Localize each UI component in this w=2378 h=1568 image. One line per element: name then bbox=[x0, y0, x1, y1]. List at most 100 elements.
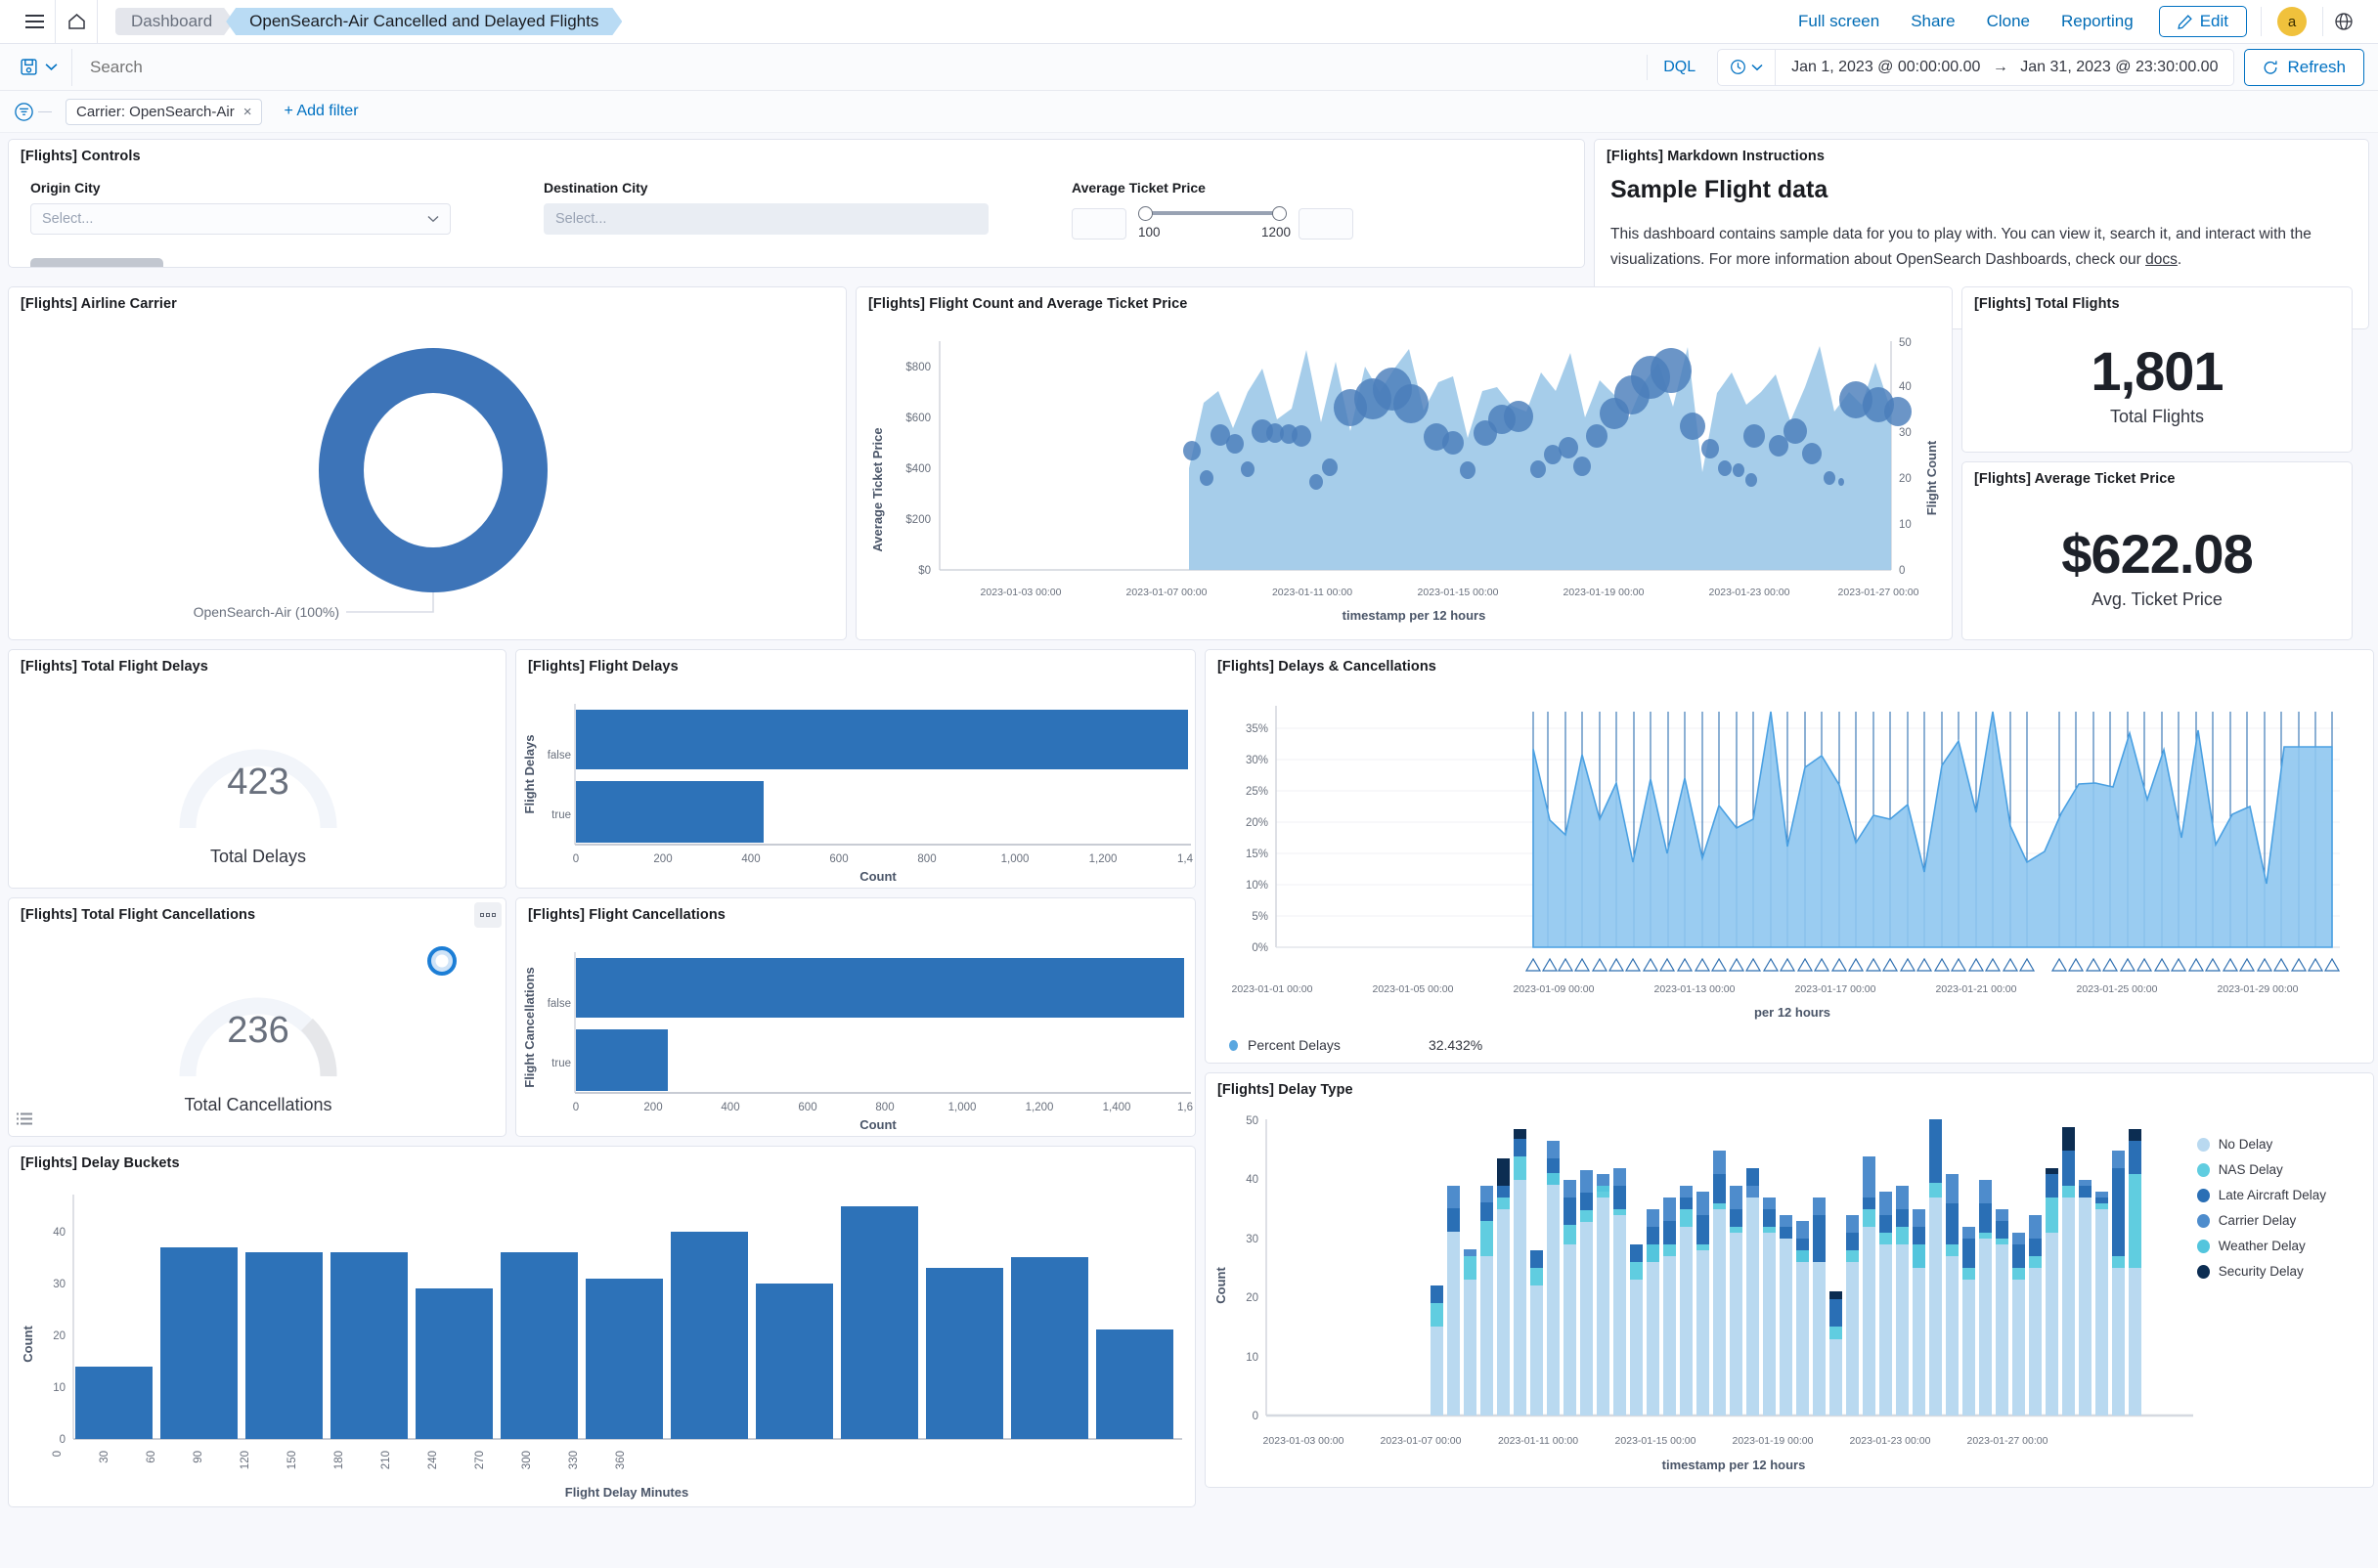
hamburger-menu-icon[interactable] bbox=[14, 0, 55, 44]
total-delays-gauge[interactable]: 423 Total Delays bbox=[9, 676, 506, 889]
delays-cancellations-legend[interactable]: Percent Delays 32.432% bbox=[1206, 1033, 2373, 1057]
help-circle-icon[interactable] bbox=[2323, 0, 2364, 44]
avatar[interactable]: a bbox=[2277, 7, 2307, 36]
apply-changes-button[interactable]: Apply changes bbox=[30, 258, 163, 268]
origin-city-label: Origin City bbox=[30, 180, 451, 196]
edit-button[interactable]: Edit bbox=[2159, 6, 2247, 37]
panel-flight-delays: [Flights] Flight Delays Flight Delays fa… bbox=[515, 649, 1196, 889]
svg-text:timestamp per 12 hours: timestamp per 12 hours bbox=[1343, 608, 1486, 623]
average-ticket-price-label: Average Ticket Price bbox=[1072, 180, 1353, 196]
origin-city-placeholder: Select... bbox=[42, 211, 93, 227]
home-icon[interactable] bbox=[56, 0, 97, 44]
clear-form-button[interactable]: Clear form bbox=[308, 267, 416, 269]
refresh-icon bbox=[2263, 60, 2278, 75]
destination-city-select[interactable]: Select... bbox=[544, 203, 989, 235]
breadcrumb-current-dashboard[interactable]: OpenSearch-Air Cancelled and Delayed Fli… bbox=[226, 8, 622, 35]
panel-markdown-title: [Flights] Markdown Instructions bbox=[1595, 140, 2368, 166]
date-range-picker[interactable]: Jan 1, 2023 @ 00:00:00.00 → Jan 31, 2023… bbox=[1717, 49, 2234, 86]
cancel-changes-button[interactable]: Cancel changes bbox=[163, 267, 308, 269]
svg-text:Flight Delay Minutes: Flight Delay Minutes bbox=[565, 1485, 688, 1500]
total-cancellations-value: 236 bbox=[227, 1010, 288, 1051]
date-quick-select-button[interactable] bbox=[1718, 50, 1776, 85]
svg-text:40: 40 bbox=[1246, 1174, 1258, 1186]
filter-connector bbox=[38, 111, 52, 112]
legend-item-nas-delay[interactable]: NAS Delay bbox=[2197, 1162, 2326, 1177]
chevron-down-icon bbox=[1751, 64, 1763, 71]
dashboard-row-2: [Flights] Airline Carrier OpenSearch-Air… bbox=[8, 286, 2370, 640]
markdown-body: Sample Flight data This dashboard contai… bbox=[1595, 166, 2368, 287]
total-flights-metric[interactable]: 1,801 Total Flights bbox=[1962, 314, 2352, 427]
docs-link[interactable]: docs bbox=[2145, 251, 2178, 268]
panel-airline-carrier-title: [Flights] Airline Carrier bbox=[9, 287, 846, 314]
filter-pill-label: Carrier: OpenSearch-Air bbox=[76, 104, 235, 120]
percent-delays-legend-value: 32.432% bbox=[1429, 1037, 1482, 1053]
svg-text:40: 40 bbox=[53, 1227, 66, 1239]
flight-cancellations-bar-chart[interactable]: Flight Cancellations false true 0 200 40… bbox=[516, 925, 1195, 1137]
delays-cancellations-chart[interactable]: 0% 5% 10% 15% 20% 25% 30% 35% bbox=[1206, 676, 2373, 1057]
controls-button-row: Apply changes Cancel changes Clear form bbox=[9, 244, 1584, 268]
right-column-row3: [Flights] Delays & Cancellations 0% bbox=[1205, 649, 2374, 1507]
filter-funnel-icon[interactable] bbox=[14, 102, 34, 122]
dql-language-button[interactable]: DQL bbox=[1647, 55, 1711, 80]
cancellations-row: [Flights] Total Flight Cancellations 236… bbox=[8, 897, 1196, 1137]
svg-text:200: 200 bbox=[653, 853, 672, 865]
svg-text:2023-01-07 00:00: 2023-01-07 00:00 bbox=[1381, 1435, 1462, 1447]
full-screen-link[interactable]: Full screen bbox=[1783, 0, 1895, 44]
panel-airline-carrier: [Flights] Airline Carrier OpenSearch-Air… bbox=[8, 286, 847, 640]
price-slider-knob-max[interactable] bbox=[1272, 206, 1287, 221]
flight-count-chart[interactable]: $0 $200 $400 $600 $800 0 10 20 30 40 50 … bbox=[857, 314, 1952, 640]
total-cancellations-gauge[interactable]: 236 Total Cancellations bbox=[9, 925, 506, 1137]
pencil-icon bbox=[2178, 15, 2192, 29]
svg-text:50: 50 bbox=[1246, 1115, 1258, 1127]
legend-item-security-delay[interactable]: Security Delay bbox=[2197, 1264, 2326, 1279]
svg-text:2023-01-07 00:00: 2023-01-07 00:00 bbox=[1126, 587, 1208, 598]
svg-text:10: 10 bbox=[1246, 1352, 1258, 1364]
flight-delays-bar-chart[interactable]: Flight Delays false true 0 200 400 600 8… bbox=[516, 676, 1195, 889]
panel-controls: [Flights] Controls Origin City Select...… bbox=[8, 139, 1585, 268]
delay-buckets-chart[interactable]: Count 0 10 20 30 40 bbox=[9, 1173, 1195, 1507]
breadcrumb-dashboard[interactable]: Dashboard bbox=[115, 8, 234, 35]
svg-text:20: 20 bbox=[1246, 1292, 1258, 1304]
svg-text:30: 30 bbox=[1246, 1234, 1258, 1245]
edit-button-label: Edit bbox=[2200, 12, 2228, 31]
price-slider-knob-min[interactable] bbox=[1138, 206, 1153, 221]
legend-item-carrier-delay[interactable]: Carrier Delay bbox=[2197, 1213, 2326, 1228]
avg-ticket-price-metric[interactable]: $622.08 Avg. Ticket Price bbox=[1962, 489, 2352, 610]
list-view-icon[interactable] bbox=[17, 1112, 32, 1131]
legend-item-weather-delay[interactable]: Weather Delay bbox=[2197, 1239, 2326, 1253]
search-input[interactable] bbox=[72, 49, 1647, 86]
legend-item-late-aircraft-delay[interactable]: Late Aircraft Delay bbox=[2197, 1188, 2326, 1202]
total-flights-label: Total Flights bbox=[1962, 407, 2352, 427]
price-range-slider[interactable]: 100 1200 bbox=[1072, 203, 1353, 244]
clone-link[interactable]: Clone bbox=[1971, 0, 2046, 44]
panel-total-flights: [Flights] Total Flights 1,801 Total Flig… bbox=[1961, 286, 2353, 453]
origin-city-select[interactable]: Select... bbox=[30, 203, 451, 235]
percent-delays-legend-dot bbox=[1229, 1040, 1238, 1051]
legend-item-no-delay[interactable]: No Delay bbox=[2197, 1137, 2326, 1152]
date-to: Jan 31, 2023 @ 23:30:00.00 bbox=[2020, 59, 2218, 75]
refresh-button[interactable]: Refresh bbox=[2244, 49, 2364, 86]
share-link[interactable]: Share bbox=[1895, 0, 1970, 44]
delay-type-legend: No Delay NAS Delay Late Aircraft Delay bbox=[2197, 1137, 2326, 1279]
airline-carrier-chart[interactable]: OpenSearch-Air (100%) bbox=[9, 314, 846, 640]
panel-total-flight-delays-title: [Flights] Total Flight Delays bbox=[9, 650, 506, 676]
svg-text:1,000: 1,000 bbox=[948, 1102, 977, 1113]
price-max-input[interactable] bbox=[1299, 208, 1353, 240]
svg-text:50: 50 bbox=[1899, 337, 1912, 349]
close-icon[interactable]: × bbox=[243, 104, 252, 120]
saved-query-button[interactable] bbox=[14, 49, 72, 86]
delay-type-chart[interactable]: Count 0 10 20 30 40 50 bbox=[1206, 1100, 2373, 1488]
price-min-input[interactable] bbox=[1072, 208, 1126, 240]
svg-text:Flight Count: Flight Count bbox=[1924, 440, 1939, 515]
price-slider-track[interactable]: 100 1200 bbox=[1138, 203, 1287, 244]
panel-delays-cancellations: [Flights] Delays & Cancellations 0% bbox=[1205, 649, 2374, 1064]
svg-text:800: 800 bbox=[875, 1102, 894, 1113]
markdown-paragraph-part2: . bbox=[2178, 251, 2181, 268]
svg-text:2023-01-27 00:00: 2023-01-27 00:00 bbox=[1838, 587, 1919, 598]
add-filter-button[interactable]: + Add filter bbox=[284, 103, 358, 120]
delay-buckets-bars bbox=[75, 1206, 1173, 1439]
area-series-average-ticket-price bbox=[1189, 346, 1891, 570]
date-range-display[interactable]: Jan 1, 2023 @ 00:00:00.00 → Jan 31, 2023… bbox=[1776, 59, 2233, 76]
reporting-link[interactable]: Reporting bbox=[2046, 0, 2149, 44]
filter-pill-carrier[interactable]: Carrier: OpenSearch-Air × bbox=[66, 99, 262, 125]
